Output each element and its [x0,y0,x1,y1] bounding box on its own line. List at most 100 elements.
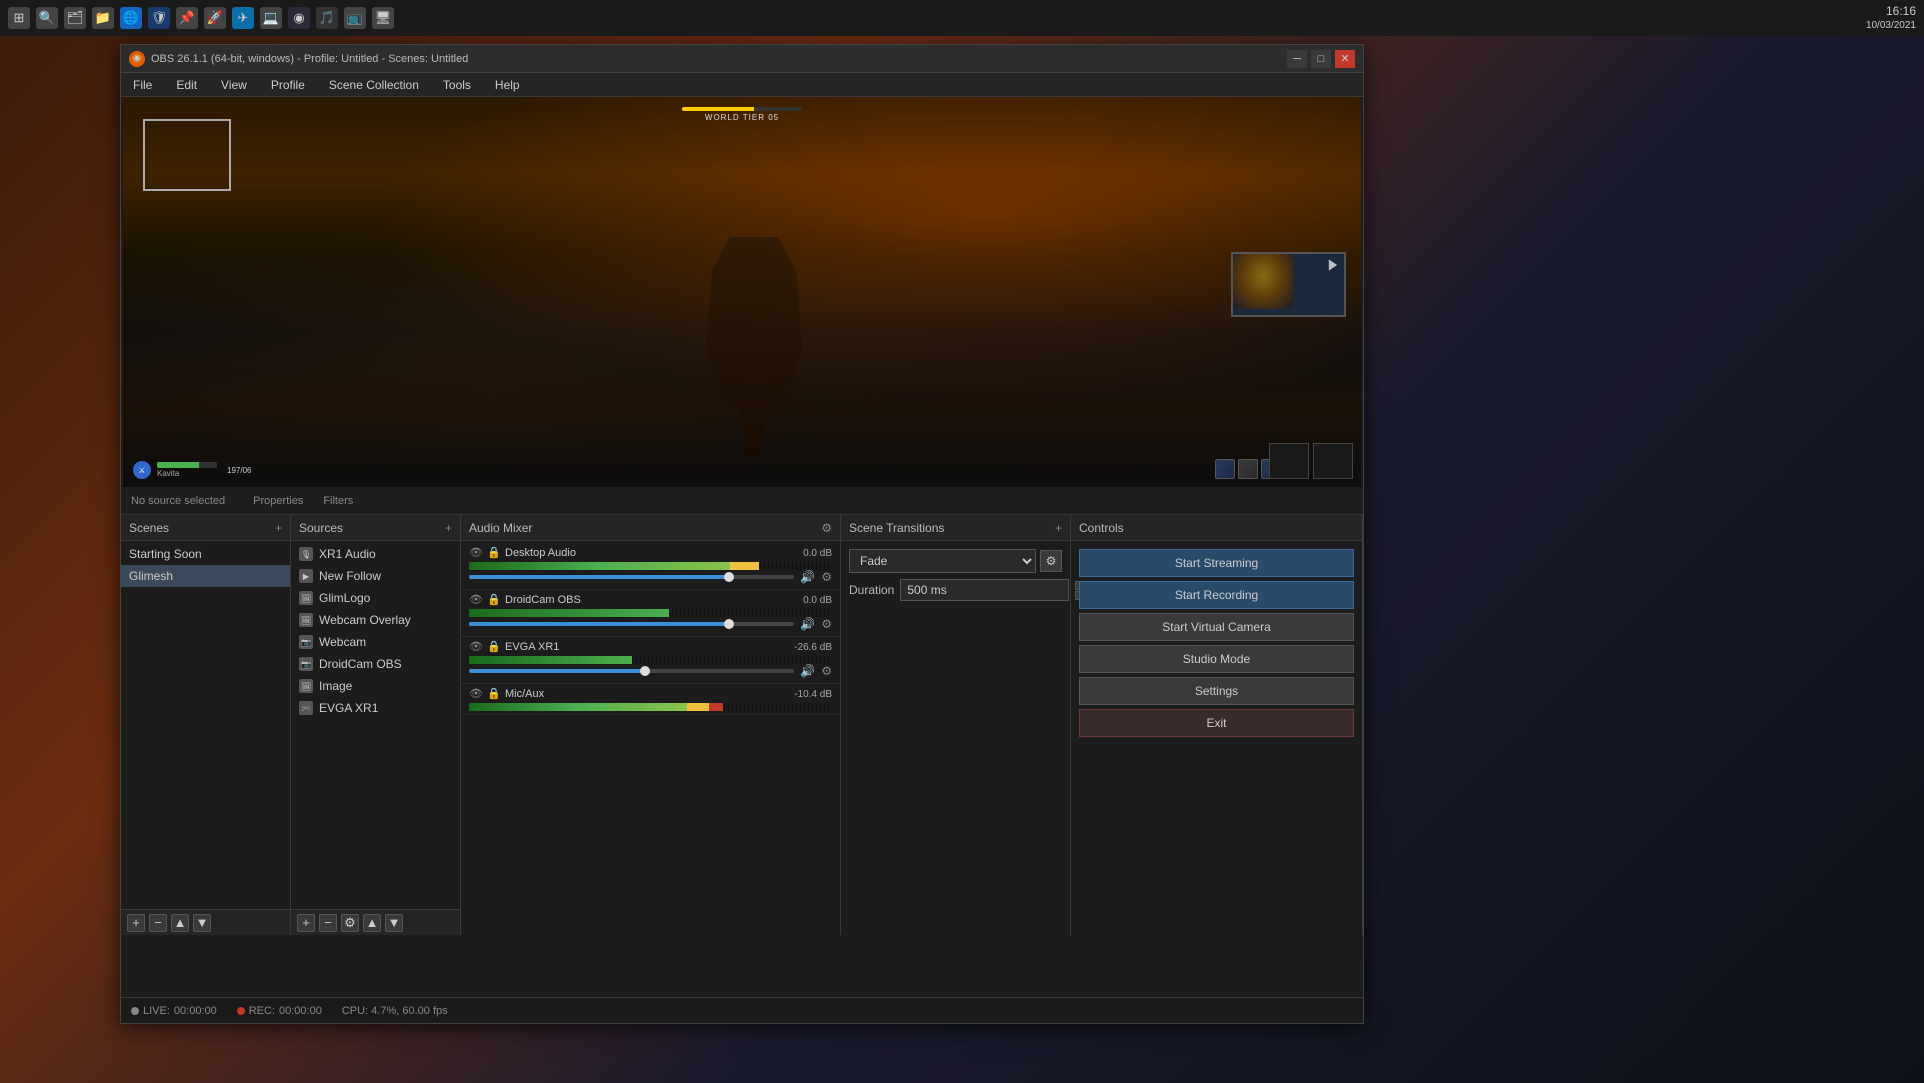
sources-settings-btn[interactable]: ⚙ [341,914,359,932]
menu-help[interactable]: Help [491,76,524,94]
play-icon [1326,258,1340,272]
droidcam-volume-slider[interactable] [469,622,794,626]
sources-remove-btn[interactable]: − [319,914,337,932]
desktop-settings-btn[interactable]: ⚙ [821,570,832,584]
maximize-button[interactable]: □ [1311,50,1331,68]
obs-taskbar-icon[interactable]: ◉ [288,7,310,29]
start-recording-button[interactable]: Start Recording [1079,581,1354,609]
evga-audio-meter [469,656,832,664]
scenes-panel-header: Scenes + [121,515,290,541]
audio-mixer-panel: Audio Mixer ⚙ 👁 🔒 Desktop Audio 0.0 dB [461,515,841,935]
desktop-volume-slider[interactable] [469,575,794,579]
transition-settings-btn[interactable]: ⚙ [1040,550,1062,572]
droidcam-meter-green [469,609,669,617]
source-item-webcam[interactable]: 📷 Webcam [291,631,460,653]
menu-scene-collection[interactable]: Scene Collection [325,76,423,94]
properties-tab[interactable]: Properties [245,493,311,509]
minimap-2 [1313,443,1353,479]
mic-meter-yellow [687,703,709,711]
audio-track-droidcam-controls: 👁 🔒 DroidCam OBS [469,593,581,607]
droidcam-volume-handle[interactable] [724,619,734,629]
settings-button[interactable]: Settings [1079,677,1354,705]
source-icon-image-2: 🖼 [299,613,313,627]
menu-edit[interactable]: Edit [172,76,201,94]
vlc-icon[interactable]: 🎵 [316,7,338,29]
start-button[interactable]: ⊞ [8,7,30,29]
desktop-volume-handle[interactable] [724,572,734,582]
filters-tab[interactable]: Filters [315,493,361,509]
transitions-panel-header: Scene Transitions + [841,515,1070,541]
pin-icon[interactable]: 📌 [176,7,198,29]
scene-item-glimesh[interactable]: Glimesh [121,565,290,587]
studio-mode-button[interactable]: Studio Mode [1079,645,1354,673]
droidcam-settings-btn[interactable]: ⚙ [821,617,832,631]
source-icon-audio: 🎙 [299,547,313,561]
evga-vis-icon[interactable]: 👁 [469,640,483,654]
transition-type-select[interactable]: Fade Cut Swipe Slide [849,549,1036,573]
file-explorer-icon[interactable]: 📁 [92,7,114,29]
scenes-panel-icon[interactable]: + [275,521,282,535]
scenes-add-btn[interactable]: + [127,914,145,932]
desktop-audio-meter [469,562,832,570]
transitions-panel-icon[interactable]: + [1055,521,1062,535]
sources-add-btn[interactable]: + [297,914,315,932]
scene-item-starting-soon[interactable]: Starting Soon [121,543,290,565]
mic-lock-icon[interactable]: 🔒 [487,687,501,701]
evga-lock-icon[interactable]: 🔒 [487,640,501,654]
droidcam-lock-icon[interactable]: 🔒 [487,593,501,607]
transitions-panel: Scene Transitions + Fade Cut Swipe Slide… [841,515,1071,935]
task-view-icon[interactable]: 🗂 [64,7,86,29]
player-name: Kavita [157,469,217,478]
source-item-evga-xr1[interactable]: 🎮 EVGA XR1 [291,697,460,719]
menu-profile[interactable]: Profile [267,76,309,94]
menu-view[interactable]: View [217,76,251,94]
rocket-icon[interactable]: 🚀 [204,7,226,29]
source-icon-image-1: 🖼 [299,591,313,605]
source-item-droidcam-obs[interactable]: 📷 DroidCam OBS [291,653,460,675]
sources-panel-icon[interactable]: + [445,521,452,535]
desktop-volume-fill [469,575,729,579]
desktop-lock-icon[interactable]: 🔒 [487,546,501,560]
exit-button[interactable]: Exit [1079,709,1354,737]
sources-up-btn[interactable]: ▲ [363,914,381,932]
source-item-glimlogo[interactable]: 🖼 GlimLogo [291,587,460,609]
menu-tools[interactable]: Tools [439,76,475,94]
start-virtual-camera-button[interactable]: Start Virtual Camera [1079,613,1354,641]
terminal-icon[interactable]: 💻 [260,7,282,29]
scenes-up-btn[interactable]: ▲ [171,914,189,932]
droidcam-vis-icon[interactable]: 👁 [469,593,483,607]
desktop-mute-btn[interactable]: 🔊 [800,570,815,584]
source-item-xr1-audio[interactable]: 🎙 XR1 Audio [291,543,460,565]
source-item-webcam-overlay[interactable]: 🖼 Webcam Overlay [291,609,460,631]
source-item-image[interactable]: 🖼 Image [291,675,460,697]
audio-mixer-icon[interactable]: ⚙ [821,521,832,535]
evga-volume-fill [469,669,645,673]
evga-volume-handle[interactable] [640,666,650,676]
duration-input[interactable] [900,579,1069,601]
evga-mute-btn[interactable]: 🔊 [800,664,815,678]
evga-volume-slider[interactable] [469,669,794,673]
scenes-remove-btn[interactable]: − [149,914,167,932]
world-tier-text: WORLD TIER 05 [705,113,779,122]
start-streaming-button[interactable]: Start Streaming [1079,549,1354,577]
scenes-down-btn[interactable]: ▼ [193,914,211,932]
app-icon-3[interactable]: 🖥 [372,7,394,29]
shield-icon[interactable]: 🛡 [148,7,170,29]
mic-vis-icon[interactable]: 👁 [469,687,483,701]
droidcam-mute-btn[interactable]: 🔊 [800,617,815,631]
search-icon[interactable]: 🔍 [36,7,58,29]
chrome-icon[interactable]: 🌐 [120,7,142,29]
title-bar: ◉ OBS 26.1.1 (64-bit, windows) - Profile… [121,45,1363,73]
app-icon-2[interactable]: 📺 [344,7,366,29]
telegram-icon[interactable]: ✈ [232,7,254,29]
sources-panel-title: Sources [299,521,343,535]
game-preview: WORLD TIER 05 ⚔ Kavita 197/06 [123,97,1361,487]
source-item-new-follow[interactable]: ▶ New Follow [291,565,460,587]
menu-file[interactable]: File [129,76,156,94]
evga-settings-btn[interactable]: ⚙ [821,664,832,678]
source-icon-capture: 🎮 [299,701,313,715]
desktop-vis-icon[interactable]: 👁 [469,546,483,560]
sources-down-btn[interactable]: ▼ [385,914,403,932]
minimize-button[interactable]: ─ [1287,50,1307,68]
close-button[interactable]: ✕ [1335,50,1355,68]
